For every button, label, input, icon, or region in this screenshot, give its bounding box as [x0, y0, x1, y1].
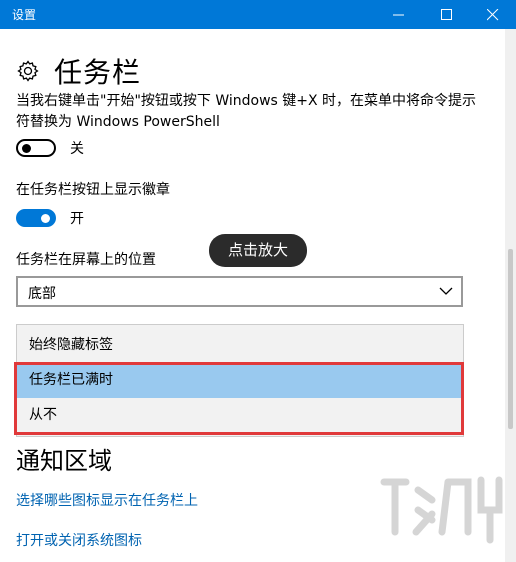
- badges-toggle-row: 开: [16, 208, 84, 228]
- maximize-icon: [441, 8, 452, 20]
- select-icons-link[interactable]: 选择哪些图标显示在任务栏上: [16, 490, 198, 510]
- minimize-icon: [393, 14, 404, 15]
- gear-icon: [17, 60, 39, 82]
- combine-option-never[interactable]: 从不: [17, 398, 463, 433]
- badges-toggle[interactable]: [16, 209, 56, 227]
- page-title: 任务栏: [54, 56, 142, 89]
- notification-area-title: 通知区域: [16, 447, 112, 475]
- combine-buttons-listbox[interactable]: 始终隐藏标签 任务栏已满时 从不: [16, 324, 464, 437]
- close-icon: [487, 8, 499, 20]
- watermark-logo: [380, 476, 503, 544]
- combine-option-when-full[interactable]: 任务栏已满时: [17, 363, 463, 398]
- powershell-description: 当我右键单击"开始"按钮或按下 Windows 键+X 时，在菜单中将命令提示符…: [16, 93, 477, 130]
- position-dropdown-value: 底部: [28, 286, 56, 302]
- scrollbar[interactable]: [505, 29, 516, 562]
- zoom-tooltip[interactable]: 点击放大: [209, 234, 307, 267]
- scrollbar-thumb[interactable]: [508, 249, 513, 429]
- toggle-knob: [41, 214, 50, 223]
- powershell-toggle-row: 关: [16, 138, 84, 158]
- window-title: 设置: [12, 8, 37, 22]
- chevron-down-icon: [439, 287, 453, 295]
- title-bar: 设置: [0, 0, 516, 29]
- maximize-button[interactable]: [424, 0, 470, 29]
- position-dropdown[interactable]: 底部: [16, 276, 463, 307]
- toggle-knob: [22, 144, 31, 153]
- combine-option-always-hide[interactable]: 始终隐藏标签: [17, 328, 463, 363]
- close-button[interactable]: [470, 0, 516, 29]
- position-label: 任务栏在屏幕上的位置: [16, 252, 156, 268]
- system-icons-link[interactable]: 打开或关闭系统图标: [16, 530, 142, 550]
- powershell-toggle-state: 关: [70, 141, 84, 157]
- badges-toggle-state: 开: [70, 211, 84, 227]
- page-header: 任务栏: [16, 51, 141, 91]
- badges-label: 在任务栏按钮上显示徽章: [16, 182, 170, 198]
- powershell-toggle[interactable]: [16, 139, 56, 157]
- minimize-button[interactable]: [376, 0, 422, 29]
